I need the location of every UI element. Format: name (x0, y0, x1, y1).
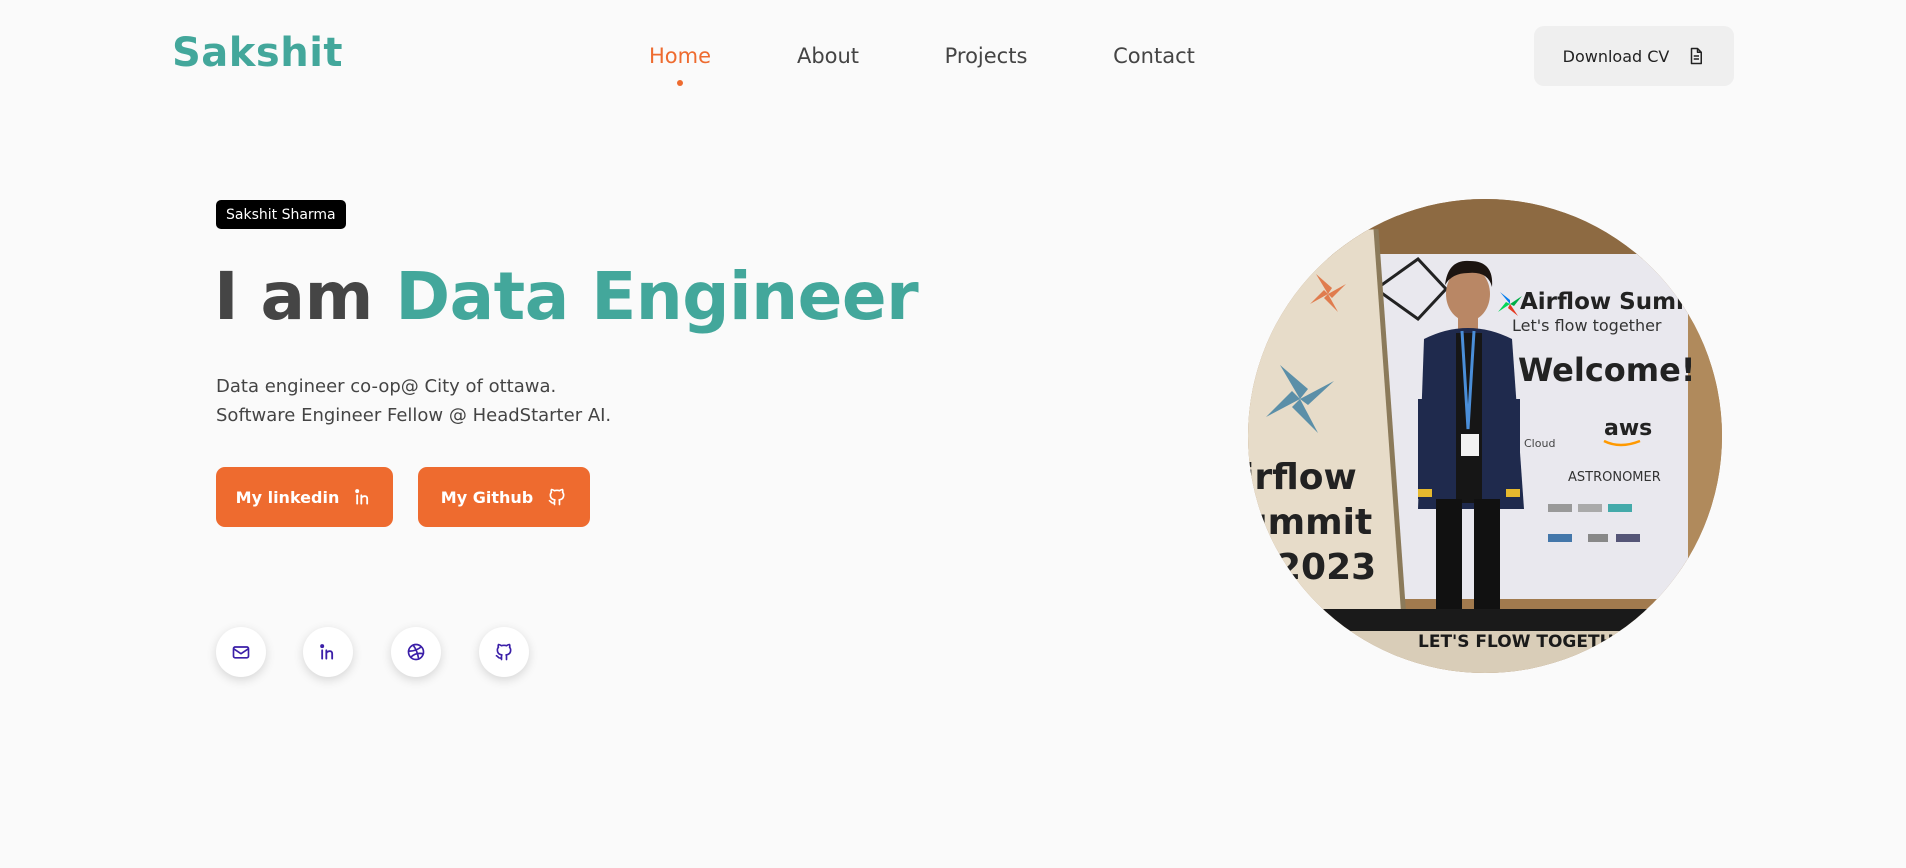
social-github[interactable] (479, 627, 529, 677)
headline-lead: I am (214, 258, 373, 335)
github-icon (548, 488, 565, 506)
linkedin-icon (320, 644, 334, 660)
banner-welcome: Welcome! (1518, 351, 1695, 389)
name-badge: Sakshit Sharma (216, 200, 346, 229)
flag-text-1: irflow (1248, 457, 1357, 498)
headline-role: Data Engineer (395, 258, 919, 335)
description-line-1: Data engineer co-op@ City of ottawa. (216, 376, 557, 397)
profile-photo: Airflow Summit Let's flow together Welco… (1248, 199, 1722, 673)
dribbble-icon (407, 643, 425, 661)
sponsor-cloud: Cloud (1524, 437, 1555, 450)
nav-projects-label: Projects (944, 44, 1028, 68)
nav-contact-label: Contact (1113, 44, 1195, 68)
banner-tagline: Let's flow together (1512, 316, 1662, 335)
sponsor-astronomer: ASTRONOMER (1568, 470, 1661, 485)
document-icon (1691, 47, 1703, 65)
social-linkedin[interactable] (303, 627, 353, 677)
flag-text-2: ummit (1248, 502, 1372, 543)
nav-active-indicator (676, 80, 683, 86)
floor-banner-text: LET'S FLOW TOGETHER (1418, 632, 1639, 652)
github-icon (495, 643, 512, 661)
social-email[interactable] (216, 627, 266, 677)
download-cv-button[interactable]: Download CV (1534, 26, 1734, 86)
profile-photo-illustration: Airflow Summit Let's flow together Welco… (1248, 199, 1722, 673)
flag-text-3: 2023 (1276, 547, 1376, 588)
nav-home[interactable]: Home (648, 44, 712, 86)
nav-projects[interactable]: Projects (945, 44, 1028, 68)
linkedin-button-label: My linkedin (235, 487, 340, 507)
github-button-label: My Github (440, 487, 534, 507)
mail-icon (232, 646, 250, 659)
download-cv-label: Download CV (1562, 46, 1670, 66)
description-line-2: Software Engineer Fellow @ HeadStarter A… (216, 405, 612, 426)
site-logo[interactable]: Sakshit (172, 30, 343, 76)
banner-title: Airflow Summit (1520, 289, 1719, 315)
linkedin-icon (355, 489, 369, 505)
social-dribbble[interactable] (391, 627, 441, 677)
nav-contact[interactable]: Contact (1113, 44, 1195, 68)
hero-headline: I am Data Engineer (214, 258, 919, 335)
linkedin-button[interactable]: My linkedin (216, 467, 393, 527)
nav-about[interactable]: About (797, 44, 859, 68)
hero-description: Data engineer co-op@ City of ottawa. Sof… (216, 372, 611, 430)
sponsor-aws: aws (1604, 416, 1652, 441)
nav-home-label: Home (648, 44, 712, 68)
github-button[interactable]: My Github (418, 467, 590, 527)
nav-about-label: About (796, 44, 860, 68)
